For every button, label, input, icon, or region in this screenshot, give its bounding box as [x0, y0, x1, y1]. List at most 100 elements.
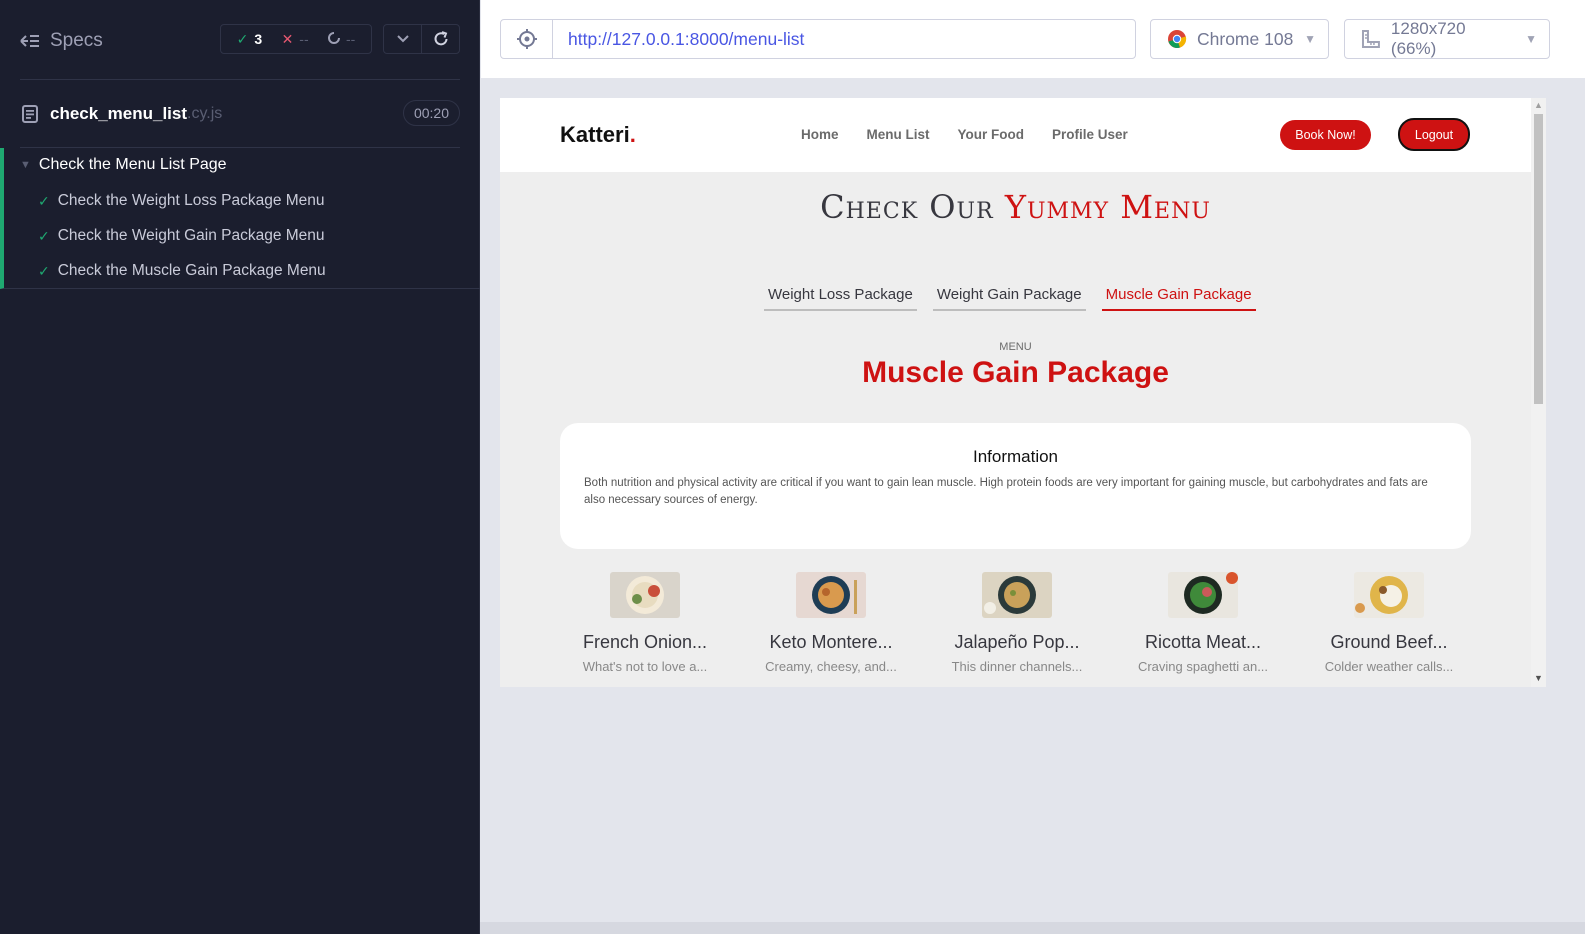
- logo-dot: .: [629, 122, 636, 147]
- test-item[interactable]: ✓ Check the Weight Loss Package Menu: [38, 192, 325, 210]
- divider: [20, 79, 460, 80]
- test-stats: ✓ 3 ✕ -- --: [220, 24, 372, 54]
- rerun-button[interactable]: [421, 25, 459, 53]
- failed-count: --: [299, 31, 309, 47]
- nav-profile-user[interactable]: Profile User: [1052, 127, 1128, 142]
- iframe-scrollbar[interactable]: ▲ ▼: [1531, 98, 1546, 687]
- food-description: This dinner channels...: [951, 659, 1083, 674]
- browser-name: Chrome 108: [1197, 28, 1294, 49]
- scroll-up-icon[interactable]: ▲: [1534, 100, 1543, 110]
- url-text[interactable]: http://127.0.0.1:8000/menu-list: [553, 29, 804, 50]
- spec-file-extension: .cy.js: [187, 105, 223, 122]
- test-title: Check the Weight Loss Package Menu: [57, 192, 325, 209]
- document-icon: [22, 105, 38, 123]
- menu-kicker: MENU: [999, 341, 1032, 353]
- food-name: Ground Beef...: [1330, 632, 1448, 652]
- viewport-size: 1280x720 (66%): [1390, 19, 1466, 58]
- browser-selector[interactable]: Chrome 108 ▼: [1150, 19, 1329, 59]
- collapse-sidebar-icon[interactable]: [20, 33, 40, 49]
- aut-header: http://127.0.0.1:8000/menu-list Chrome 1…: [481, 0, 1585, 78]
- food-description: What's not to love a...: [582, 659, 708, 674]
- logout-button[interactable]: Logout: [1398, 118, 1470, 151]
- package-tabs: Weight Loss Package Weight Gain Package …: [764, 286, 1256, 311]
- information-card: Information Both nutrition and physical …: [560, 423, 1471, 549]
- chevron-down-icon: ▼: [20, 159, 31, 171]
- information-body: Both nutrition and physical activity are…: [584, 477, 1428, 506]
- food-name: Ricotta Meat...: [1144, 632, 1262, 652]
- test-title: Check the Weight Gain Package Menu: [57, 227, 325, 244]
- check-icon: ✓: [38, 227, 50, 244]
- tab-weight-loss[interactable]: Weight Loss Package: [764, 286, 917, 311]
- section-title: Check Our Yummy Menu: [500, 188, 1531, 226]
- tab-muscle-gain[interactable]: Muscle Gain Package: [1101, 286, 1256, 311]
- nav-home[interactable]: Home: [801, 127, 839, 142]
- suite-title: Check the Menu List Page: [38, 156, 227, 173]
- information-title: Information: [972, 447, 1059, 466]
- chevron-down-icon: [396, 35, 409, 43]
- food-image[interactable]: [1168, 572, 1238, 618]
- check-icon: ✓: [38, 192, 50, 209]
- food-image[interactable]: [982, 572, 1052, 618]
- cypress-runner-panel: Specs ✓ 3 ✕ -- -- check_menu_list .cy.js: [0, 0, 480, 934]
- scrollbar-thumb[interactable]: [1534, 114, 1543, 404]
- food-description: Craving spaghetti an...: [1137, 659, 1269, 674]
- spinner-icon: [328, 31, 340, 47]
- chrome-icon: [1168, 30, 1187, 48]
- check-icon: ✓: [236, 30, 249, 47]
- food-description: Colder weather calls...: [1324, 659, 1454, 674]
- url-bar[interactable]: http://127.0.0.1:8000/menu-list: [500, 19, 1136, 59]
- suite-title-row[interactable]: ▼ Check the Menu List Page: [20, 156, 227, 174]
- spec-file-row[interactable]: check_menu_list .cy.js 00:20: [20, 100, 460, 128]
- chevron-down-icon: ▼: [1525, 32, 1537, 46]
- ruler-icon: [1361, 30, 1380, 48]
- scroll-down-icon[interactable]: ▼: [1534, 673, 1543, 683]
- spec-file-name: check_menu_list: [50, 104, 188, 123]
- bottom-edge: [480, 922, 1585, 934]
- passed-count: 3: [254, 31, 263, 47]
- menu-heading: Muscle Gain Package: [862, 356, 1169, 389]
- section-title-accent: Yummy Menu: [1004, 188, 1211, 226]
- passed-stat: ✓ 3: [237, 31, 263, 48]
- food-name: Keto Montere...: [769, 632, 893, 652]
- food-item[interactable]: Ground Beef... Colder weather calls...: [1304, 572, 1474, 674]
- food-item[interactable]: Jalapeño Pop... This dinner channels...: [932, 572, 1102, 674]
- viewport-selector[interactable]: 1280x720 (66%) ▼: [1344, 19, 1550, 59]
- food-name: Jalapeño Pop...: [954, 632, 1080, 652]
- food-image[interactable]: [796, 572, 866, 618]
- selector-playground-button[interactable]: [501, 20, 553, 58]
- chevron-down-icon: ▼: [1304, 32, 1316, 46]
- food-item[interactable]: French Onion... What's not to love a...: [560, 572, 730, 674]
- food-item[interactable]: Keto Montere... Creamy, cheesy, and...: [746, 572, 916, 674]
- nav-menu-list[interactable]: Menu List: [867, 127, 930, 142]
- food-image[interactable]: [1354, 572, 1424, 618]
- crosshair-icon: [516, 29, 537, 49]
- aut-iframe: Katteri. Home Menu List Your Food Profil…: [500, 98, 1546, 687]
- test-title: Check the Muscle Gain Package Menu: [57, 262, 326, 279]
- site-nav: Home Menu List Your Food Profile User: [801, 127, 1128, 142]
- food-item[interactable]: Ricotta Meat... Craving spaghetti an...: [1118, 572, 1288, 674]
- logo-text: Katteri: [560, 122, 630, 147]
- food-image[interactable]: [610, 572, 680, 618]
- pending-count: --: [345, 31, 356, 47]
- reload-icon: [434, 31, 447, 46]
- expand-all-button[interactable]: [384, 25, 421, 53]
- specs-label[interactable]: Specs: [50, 30, 103, 52]
- specs-header[interactable]: Specs: [20, 28, 103, 54]
- pending-stat: --: [328, 31, 355, 47]
- book-now-button[interactable]: Book Now!: [1280, 120, 1371, 150]
- spec-duration: 00:20: [402, 100, 460, 126]
- site-logo[interactable]: Katteri.: [560, 122, 636, 148]
- section-title-plain: Check Our: [820, 188, 994, 226]
- site-header: Katteri. Home Menu List Your Food Profil…: [500, 98, 1531, 172]
- cross-icon: ✕: [281, 30, 294, 47]
- run-controls: [383, 24, 460, 54]
- food-name: French Onion...: [582, 632, 708, 652]
- test-item[interactable]: ✓ Check the Weight Gain Package Menu: [38, 227, 325, 245]
- check-icon: ✓: [38, 262, 50, 279]
- test-suite: ▼ Check the Menu List Page ✓ Check the W…: [0, 148, 480, 289]
- nav-your-food[interactable]: Your Food: [958, 127, 1025, 142]
- food-description: Creamy, cheesy, and...: [765, 659, 897, 674]
- test-item[interactable]: ✓ Check the Muscle Gain Package Menu: [38, 262, 326, 280]
- tab-weight-gain[interactable]: Weight Gain Package: [932, 286, 1086, 311]
- failed-stat: ✕ --: [282, 31, 309, 48]
